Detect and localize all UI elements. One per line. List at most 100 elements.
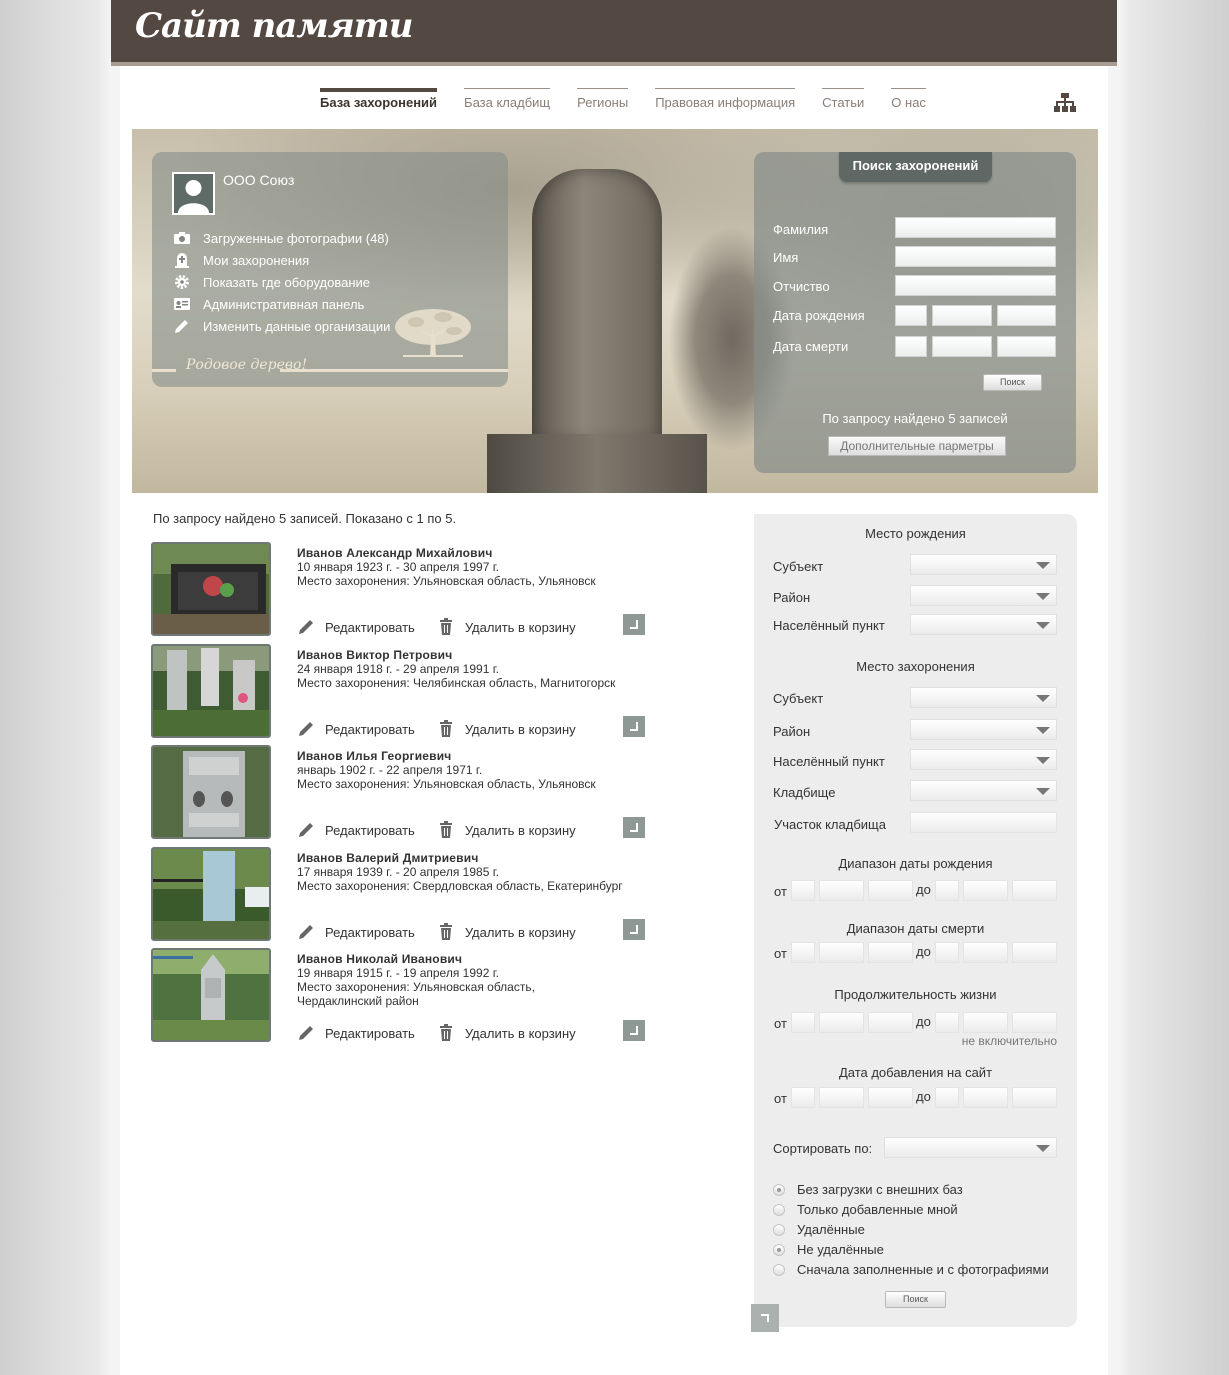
person-name[interactable]: Иванов Виктор Петрович (297, 648, 452, 662)
profile-menu-equipment[interactable]: Показать где оборудование (174, 271, 390, 293)
expand-button[interactable] (623, 1020, 645, 1041)
more-params-button[interactable]: Дополнительные парметры (828, 436, 1006, 456)
added-from-day[interactable] (791, 1087, 815, 1108)
option-filled-first[interactable]: Сначала заполненные и с фотографиями (773, 1262, 1049, 1277)
option-added-by-me[interactable]: Только добавленные мной (773, 1202, 958, 1217)
profile-menu-burials[interactable]: Мои захоронения (174, 249, 390, 271)
sort-by-select[interactable] (884, 1137, 1057, 1158)
grave-photo[interactable] (151, 644, 271, 738)
added-from-month[interactable] (819, 1087, 864, 1108)
collapse-filter-button[interactable] (751, 1304, 779, 1332)
birth-from-month[interactable] (819, 880, 864, 901)
grave-photo[interactable] (151, 948, 271, 1042)
option-deleted[interactable]: Удалённые (773, 1222, 865, 1237)
lifespan-to-3[interactable] (1012, 1012, 1057, 1033)
burial-locality-select[interactable] (910, 749, 1057, 770)
cemetery-select[interactable] (910, 780, 1057, 801)
birth-month-input[interactable] (932, 305, 992, 326)
edit-button[interactable]: Редактировать (325, 620, 415, 635)
expand-button[interactable] (623, 614, 645, 635)
death-day-input[interactable] (895, 336, 927, 357)
added-to-month[interactable] (963, 1087, 1008, 1108)
nav-burials[interactable]: База захоронений (320, 88, 438, 110)
lifespan-from-1[interactable] (791, 1012, 815, 1033)
grave-photo[interactable] (151, 847, 271, 941)
option-no-external[interactable]: Без загрузки с внешних баз (773, 1182, 963, 1197)
filter-search-button[interactable]: Поиск (885, 1291, 946, 1308)
birth-from-day[interactable] (791, 880, 815, 901)
nav-cemeteries[interactable]: База кладбищ (464, 88, 551, 110)
radio-button[interactable] (773, 1243, 785, 1256)
search-panel-title: Поиск захоронений (839, 152, 992, 182)
death-from-day[interactable] (791, 942, 815, 963)
firstname-input[interactable] (895, 246, 1056, 267)
burial-district-select[interactable] (910, 719, 1057, 740)
radio-button[interactable] (773, 1263, 785, 1276)
chevron-down-icon (1036, 1145, 1050, 1152)
added-to-day[interactable] (935, 1087, 959, 1108)
person-name[interactable]: Иванов Николай Иванович (297, 952, 462, 966)
nav-articles[interactable]: Статьи (822, 88, 865, 110)
avatar[interactable] (172, 172, 215, 215)
search-button[interactable]: Поиск (983, 374, 1042, 391)
site-logo[interactable]: Сайт памяти (135, 6, 413, 46)
expand-button[interactable] (623, 817, 645, 838)
edit-button[interactable]: Редактировать (325, 722, 415, 737)
added-to-year[interactable] (1012, 1087, 1057, 1108)
plot-input[interactable] (910, 812, 1057, 833)
nav-about[interactable]: О нас (891, 88, 926, 110)
edit-button[interactable]: Редактировать (325, 1026, 415, 1041)
delete-button[interactable]: Удалить в корзину (465, 722, 576, 737)
profile-menu-edit-org[interactable]: Изменить данные организации (174, 315, 390, 337)
death-from-month[interactable] (819, 942, 864, 963)
delete-button[interactable]: Удалить в корзину (465, 620, 576, 635)
death-month-input[interactable] (932, 336, 992, 357)
lifespan-from-3[interactable] (868, 1012, 913, 1033)
person-name[interactable]: Иванов Валерий Дмитриевич (297, 851, 478, 865)
sitemap-icon[interactable] (1054, 92, 1076, 114)
edit-button[interactable]: Редактировать (325, 925, 415, 940)
birth-day-input[interactable] (895, 305, 927, 326)
grave-photo[interactable] (151, 745, 271, 839)
death-to-year[interactable] (1012, 942, 1057, 963)
birth-year-input[interactable] (997, 305, 1056, 326)
profile-menu-admin[interactable]: Административная панель (174, 293, 390, 315)
burial-subject-select[interactable] (910, 687, 1057, 708)
radio-button[interactable] (773, 1183, 785, 1196)
birth-to-month[interactable] (963, 880, 1008, 901)
death-to-day[interactable] (935, 942, 959, 963)
radio-button[interactable] (773, 1223, 785, 1236)
birth-district-label: Район (773, 590, 811, 605)
expand-button[interactable] (623, 919, 645, 940)
edit-button[interactable]: Редактировать (325, 823, 415, 838)
delete-button[interactable]: Удалить в корзину (465, 1026, 576, 1041)
nav-legal[interactable]: Правовая информация (655, 88, 796, 110)
added-from-year[interactable] (868, 1087, 913, 1108)
expand-button[interactable] (623, 716, 645, 737)
birth-to-day[interactable] (935, 880, 959, 901)
birth-district-select[interactable] (910, 585, 1057, 606)
family-tree-link[interactable]: Родовое дерево! (182, 357, 311, 373)
person-name[interactable]: Иванов Илья Георгиевич (297, 749, 451, 763)
nav-regions[interactable]: Регионы (577, 88, 629, 110)
lifespan-to-1[interactable] (935, 1012, 959, 1033)
birth-subject-select[interactable] (910, 554, 1057, 575)
option-not-deleted[interactable]: Не удалённые (773, 1242, 884, 1257)
death-from-year[interactable] (868, 942, 913, 963)
lastname-input[interactable] (895, 217, 1056, 238)
death-to-month[interactable] (963, 942, 1008, 963)
delete-button[interactable]: Удалить в корзину (465, 823, 576, 838)
person-name[interactable]: Иванов Александр Михайлович (297, 546, 493, 560)
birth-from-year[interactable] (868, 880, 913, 901)
profile-menu-photos[interactable]: Загруженные фотографии (48) (174, 227, 390, 249)
option-label: Не удалённые (797, 1242, 884, 1257)
birth-to-year[interactable] (1012, 880, 1057, 901)
lifespan-from-2[interactable] (819, 1012, 864, 1033)
birth-locality-select[interactable] (910, 614, 1057, 635)
death-year-input[interactable] (997, 336, 1056, 357)
delete-button[interactable]: Удалить в корзину (465, 925, 576, 940)
patronymic-input[interactable] (895, 275, 1056, 296)
radio-button[interactable] (773, 1203, 785, 1216)
grave-photo[interactable] (151, 542, 271, 636)
lifespan-to-2[interactable] (963, 1012, 1008, 1033)
